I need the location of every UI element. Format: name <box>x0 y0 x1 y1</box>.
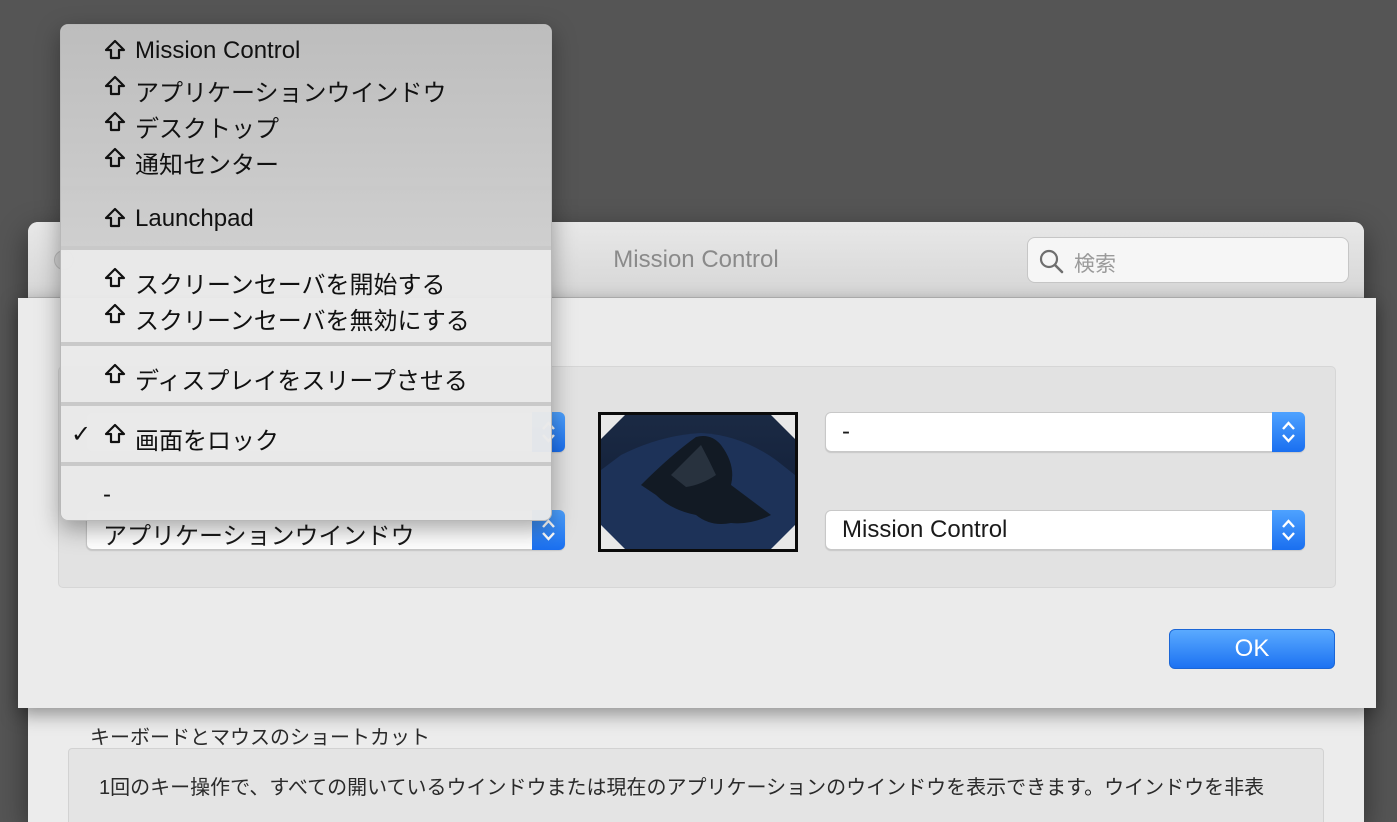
up-down-arrows-icon <box>1272 412 1305 452</box>
shift-icon <box>104 39 126 60</box>
menu-separator <box>61 186 551 190</box>
shift-icon <box>104 303 126 324</box>
menu-item-label: Launchpad <box>135 205 254 232</box>
popup-value: Mission Control <box>842 516 1008 543</box>
menu-item-mission-control[interactable]: Mission Control <box>61 32 551 68</box>
bottom-right-corner-popup[interactable]: Mission Control <box>825 510 1305 550</box>
shift-icon <box>104 363 126 384</box>
search-icon <box>1039 249 1064 274</box>
menu-item-notification-center[interactable]: 通知センター <box>61 140 551 179</box>
corner-action-menu: Mission Control アプリケーションウインドウ デスクトップ 通知セ… <box>60 24 552 521</box>
desktop-preview-image <box>598 412 798 552</box>
menu-item-label: スクリーンセーバを開始する <box>135 272 446 299</box>
menu-item-label: 画面をロック <box>135 428 279 455</box>
shift-icon <box>104 147 126 168</box>
search-field[interactable]: 検索 <box>1027 237 1349 283</box>
menu-item-launchpad[interactable]: Launchpad <box>61 200 551 236</box>
description-box: 1回のキー操作で、すべての開いているウインドウまたは現在のアプリケーションのウイ… <box>68 748 1324 822</box>
menu-item-lock-screen[interactable]: ✓ 画面をロック <box>61 416 551 455</box>
shift-icon <box>104 423 126 444</box>
menu-item-none[interactable]: - <box>61 476 551 512</box>
menu-item-label: スクリーンセーバを無効にする <box>135 308 470 335</box>
menu-item-disable-screensaver[interactable]: スクリーンセーバを無効にする <box>61 296 551 335</box>
menu-item-application-windows[interactable]: アプリケーションウインドウ <box>61 68 551 107</box>
menu-item-label: アプリケーションウインドウ <box>135 80 447 107</box>
menu-item-start-screensaver[interactable]: スクリーンセーバを開始する <box>61 260 551 299</box>
menu-separator <box>61 342 551 346</box>
menu-item-label: デスクトップ <box>135 116 279 143</box>
popup-value: - <box>842 418 850 445</box>
menu-item-label: ディスプレイをスリープさせる <box>135 368 468 395</box>
search-placeholder: 検索 <box>1074 253 1116 276</box>
shift-icon <box>104 207 126 228</box>
checkmark-icon: ✓ <box>71 421 92 448</box>
menu-item-label: Mission Control <box>135 37 301 64</box>
top-right-corner-popup[interactable]: - <box>825 412 1305 452</box>
section-label: キーボードとマウスのショートカット <box>90 727 430 749</box>
menu-item-label: 通知センター <box>135 152 279 179</box>
ok-button[interactable]: OK <box>1169 629 1335 669</box>
menu-item-label: - <box>103 481 111 508</box>
menu-separator <box>61 402 551 406</box>
shift-icon <box>104 75 126 96</box>
shift-icon <box>104 267 126 288</box>
menu-separator <box>61 246 551 250</box>
menu-item-desktop[interactable]: デスクトップ <box>61 104 551 143</box>
popup-value: アプリケーションウインドウ <box>103 523 415 550</box>
up-down-arrows-icon <box>1272 510 1305 550</box>
menu-item-sleep-display[interactable]: ディスプレイをスリープさせる <box>61 356 551 395</box>
menu-separator <box>61 462 551 466</box>
shift-icon <box>104 111 126 132</box>
